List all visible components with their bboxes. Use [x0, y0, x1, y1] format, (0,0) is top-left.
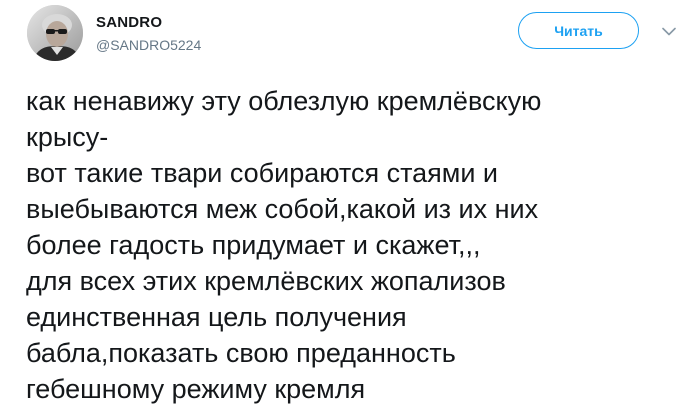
- author-name[interactable]: SANDRO: [96, 14, 162, 31]
- author-handle[interactable]: @SANDRO5224: [96, 37, 201, 53]
- chevron-down-icon: [662, 27, 676, 35]
- tweet-line: более гадость придумает и скажет,,,: [26, 230, 481, 260]
- tweet-line: как ненавижу эту облезлую кремлёвскую: [26, 86, 542, 116]
- tweet-line: крысу-: [26, 122, 109, 152]
- tweet-line: выебываются меж собой,какой из их них: [26, 194, 539, 224]
- follow-button[interactable]: Читать: [518, 12, 639, 49]
- tweet-line: гебешному режиму кремля: [26, 374, 366, 404]
- tweet-line: вот такие твари собираются стаями и: [26, 158, 499, 188]
- tweet-line: для всех этих кремлёвских жопализов: [26, 266, 506, 296]
- more-options-button[interactable]: [660, 22, 678, 40]
- avatar-image: [27, 5, 83, 61]
- avatar[interactable]: [27, 5, 83, 61]
- tweet-line: единственная цель получения: [26, 302, 407, 332]
- tweet-line: бабла,показать свою преданность: [26, 338, 456, 368]
- tweet-text: как ненавижу эту облезлую кремлёвскую кр…: [26, 83, 686, 407]
- tweet-card: SANDRO @SANDRO5224 Читать как ненавижу э…: [0, 0, 697, 415]
